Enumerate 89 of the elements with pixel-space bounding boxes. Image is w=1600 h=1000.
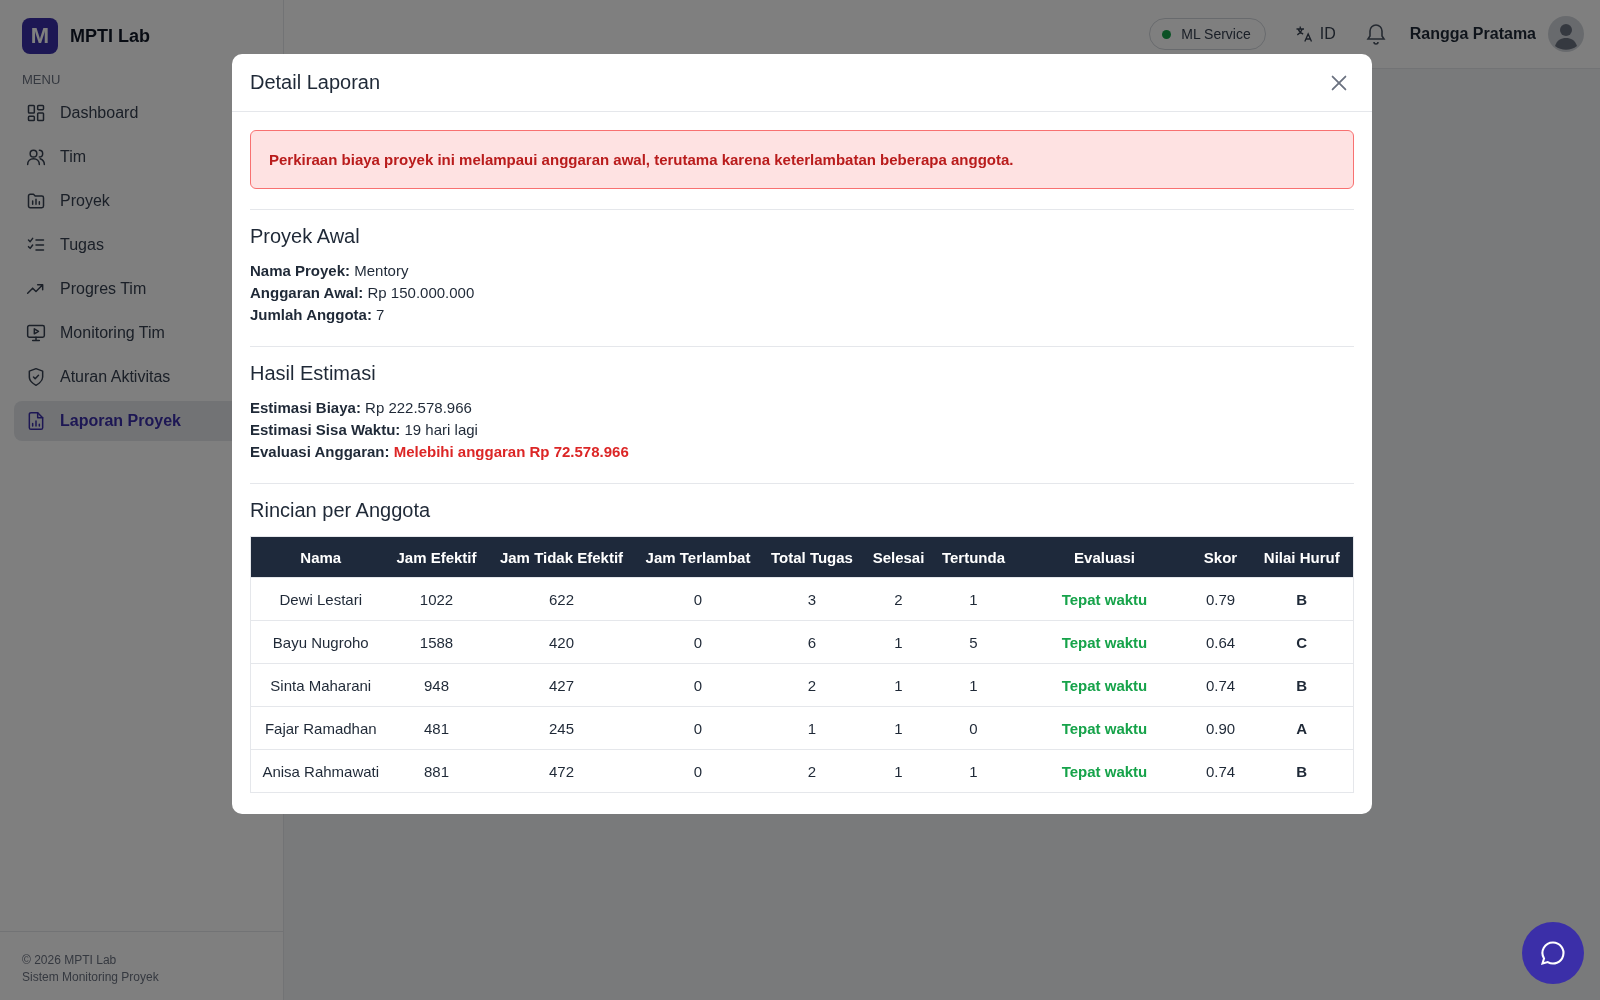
table-cell: 0.74 [1190,663,1251,707]
info-line: Nama Proyek: Mentory [250,261,410,281]
table-cell: 1 [868,620,929,664]
chat-bubble-icon [1539,939,1567,967]
table-cell: 1 [928,577,1019,621]
table-cell: 2 [755,749,869,793]
table-cell: 1 [928,749,1019,793]
dialog-title: Detail Laporan [250,71,381,94]
table-cell: 2 [868,577,929,621]
table-cell: 0 [640,706,756,750]
document-icon [26,411,46,431]
table-cell: 1 [928,663,1019,707]
table-cell: 3 [755,577,869,621]
language-button[interactable]: ID [1287,23,1342,45]
table-cell: C [1250,620,1354,664]
footer-text: Sistem Monitoring Proyek [22,969,160,986]
table-cell: 1022 [390,577,483,621]
table-cell: 1588 [390,620,483,664]
column-header: Nilai Huruf [1250,536,1354,578]
table-cell: Sinta Maharani [250,663,391,707]
table-cell: B [1250,663,1354,707]
table-cell: B [1250,577,1354,621]
column-header: Tertunda [928,536,1019,578]
info-line: Anggaran Awal: Rp 150.000.000 [250,283,476,303]
section-heading: Hasil Estimasi [250,362,377,385]
table-cell: 2 [755,663,869,707]
evaluation-cell: Tepat waktu [1018,663,1191,707]
info-line: Evaluasi Anggaran: Melebihi anggaran Rp 72.578.966 [250,442,630,462]
monitor-icon [26,323,46,343]
table-cell: 881 [390,749,483,793]
column-header: Jam Tidak Efektif [482,536,641,578]
avatar-icon[interactable] [1548,16,1584,52]
status-dot [1162,29,1172,39]
table-cell: 0.79 [1190,577,1251,621]
users-icon [26,147,46,167]
table-cell: 948 [390,663,483,707]
table-cell: Dewi Lestari [250,577,391,621]
table-cell: 0 [640,620,756,664]
menu-label: MENU [22,72,61,87]
table-cell: 1 [868,706,929,750]
table-cell: B [1250,749,1354,793]
table-cell: 420 [482,620,641,664]
column-header: Selesai [868,536,929,578]
grid-icon [26,103,46,123]
folder-icon [26,191,46,211]
alert-text: Perkiraan biaya proyek ini melampaui anggaran awal, terutama karena keterlambatan beberapa anggota. [269,151,1014,168]
footer-text: © 2026 MPTI Lab [22,952,118,969]
table-cell: 0.90 [1190,706,1251,750]
logo-icon: M [22,18,58,54]
table-cell: 245 [482,706,641,750]
table-cell: 1 [868,663,929,707]
table-cell: 5 [928,620,1019,664]
sidebar-item[interactable]: Dashboard [14,93,269,133]
sidebar-item[interactable]: Tim [14,137,269,177]
table-cell: 1 [755,706,869,750]
table-cell: A [1250,706,1354,750]
section-heading: Rincian per Anggota [250,499,432,522]
sidebar-item[interactable]: Proyek [14,181,269,221]
evaluation-cell: Tepat waktu [1018,620,1191,664]
table-cell: 0 [640,749,756,793]
brand-name: MPTI Lab [70,25,150,47]
info-line: Jumlah Anggota: 7 [250,305,386,325]
column-header: Nama [250,536,391,578]
column-header: Jam Efektif [390,536,483,578]
table-cell: 0 [640,663,756,707]
table-cell: 0.74 [1190,749,1251,793]
table-cell: Anisa Rahmawati [250,749,391,793]
table-cell: 0 [640,577,756,621]
table-cell: 427 [482,663,641,707]
column-header: Total Tugas [755,536,869,578]
table-cell: Bayu Nugroho [250,620,391,664]
table-cell: 0 [928,706,1019,750]
shield-icon [26,367,46,387]
table-cell: 481 [390,706,483,750]
evaluation-cell: Tepat waktu [1018,706,1191,750]
section-heading: Proyek Awal [250,225,361,248]
column-header: Jam Terlambat [640,536,756,578]
service-label: ML Service [1181,26,1251,42]
column-header: Skor [1190,536,1251,578]
table-cell: 622 [482,577,641,621]
table-cell: 1 [868,749,929,793]
table-cell: Fajar Ramadhan [250,706,391,750]
table-cell: 472 [482,749,641,793]
table-cell: 6 [755,620,869,664]
evaluation-cell: Tepat waktu [1018,749,1191,793]
column-header: Evaluasi [1018,536,1191,578]
user-name[interactable]: Rangga Pratama [1409,25,1536,43]
evaluation-cell: Tepat waktu [1018,577,1191,621]
table-cell: 0.64 [1190,620,1251,664]
